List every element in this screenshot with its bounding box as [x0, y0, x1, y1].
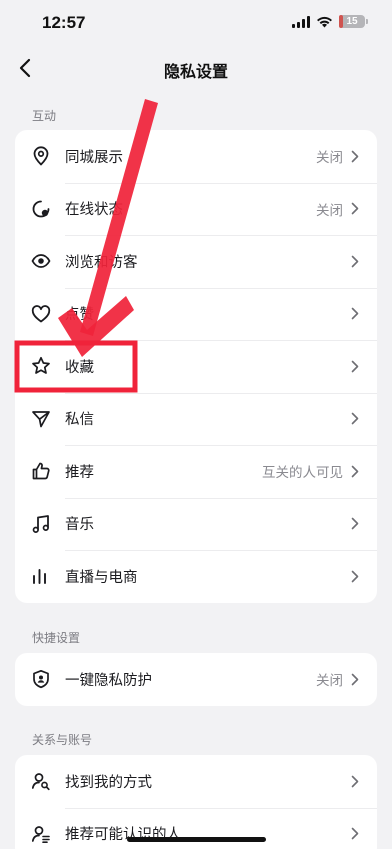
- row-label: 在线状态: [65, 202, 123, 219]
- row-label: 一键隐私防护: [65, 672, 152, 689]
- home-indicator: [127, 837, 266, 842]
- chevron-right-icon: [351, 254, 359, 268]
- row-label: 找到我的方式: [65, 774, 152, 791]
- row-views-and-visitors[interactable]: 浏览和访客: [15, 235, 377, 288]
- thumbs-up-icon: [31, 461, 51, 481]
- send-icon: [31, 409, 51, 429]
- eye-icon: [31, 251, 51, 271]
- row-find-me[interactable]: 找到我的方式: [15, 755, 377, 808]
- shield-user-icon: [31, 669, 51, 689]
- row-one-tap-privacy[interactable]: 一键隐私防护 关闭: [15, 653, 377, 706]
- row-live-and-commerce[interactable]: 直播与电商: [15, 550, 377, 603]
- status-time: 12:57: [42, 13, 86, 32]
- row-online-status[interactable]: 在线状态 关闭: [15, 182, 377, 236]
- cellular-signal-icon: [292, 15, 310, 28]
- row-label: 点赞: [65, 307, 94, 324]
- live-bars-icon: [31, 566, 51, 586]
- chevron-right-icon: [351, 774, 359, 788]
- chevron-right-icon: [351, 359, 359, 373]
- online-status-icon: [31, 199, 51, 219]
- location-pin-icon: [31, 146, 51, 166]
- chevron-right-icon: [351, 149, 359, 163]
- row-music[interactable]: 音乐: [15, 497, 377, 551]
- row-label: 浏览和访客: [65, 254, 138, 271]
- chevron-right-icon: [351, 307, 359, 321]
- row-label: 收藏: [65, 359, 94, 376]
- wifi-icon: [317, 16, 332, 27]
- account-card: 找到我的方式 推荐可能认识的人: [15, 755, 377, 849]
- heart-icon: [31, 304, 51, 324]
- row-likes[interactable]: 点赞: [15, 287, 377, 341]
- row-direct-messages[interactable]: 私信: [15, 392, 377, 446]
- row-label: 直播与电商: [65, 569, 138, 586]
- chevron-right-icon: [351, 672, 359, 686]
- row-label: 同城展示: [65, 149, 123, 166]
- row-value: 关闭: [316, 150, 343, 167]
- star-icon: [31, 356, 51, 376]
- music-note-icon: [31, 514, 51, 534]
- user-list-icon: [31, 824, 51, 844]
- section-title-account: 关系与账号: [32, 733, 93, 747]
- find-user-icon: [31, 771, 51, 791]
- row-recommend[interactable]: 推荐 互关的人可见: [15, 445, 377, 498]
- row-label: 私信: [65, 412, 94, 429]
- section-title-quick: 快捷设置: [32, 631, 81, 645]
- chevron-right-icon: [351, 412, 359, 426]
- quick-card: 一键隐私防护 关闭: [15, 653, 377, 706]
- nav-bar: 隐私设置: [0, 48, 392, 88]
- row-favorites[interactable]: 收藏: [15, 340, 377, 393]
- status-bar: 12:57 15: [0, 0, 392, 48]
- row-value: 互关的人可见: [262, 465, 343, 482]
- chevron-right-icon: [351, 202, 359, 216]
- row-value: 关闭: [316, 202, 343, 219]
- page-title: 隐私设置: [163, 62, 228, 81]
- battery-level: 15: [346, 16, 358, 27]
- row-nearby-display[interactable]: 同城展示 关闭: [15, 130, 377, 183]
- interaction-card: 同城展示 关闭 在线状态 关闭 浏览和访客 点赞 收藏 私信 推荐 互关的人可见…: [15, 130, 377, 603]
- chevron-right-icon: [351, 464, 359, 478]
- row-label: 推荐: [65, 464, 94, 481]
- chevron-right-icon: [351, 517, 359, 531]
- chevron-right-icon: [351, 827, 359, 841]
- chevron-right-icon: [351, 569, 359, 583]
- row-suggest-people[interactable]: 推荐可能认识的人: [15, 807, 377, 849]
- status-icons: 15: [292, 15, 368, 28]
- section-title-interaction: 互动: [32, 109, 57, 123]
- row-label: 音乐: [65, 517, 94, 534]
- battery-icon: 15: [339, 15, 368, 28]
- battery-fill: [339, 15, 343, 28]
- row-value: 关闭: [316, 673, 343, 690]
